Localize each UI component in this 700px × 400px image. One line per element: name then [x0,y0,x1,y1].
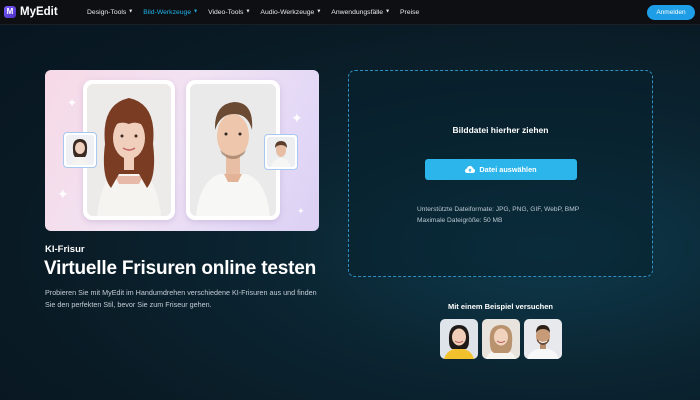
supported-formats: Unterstützte Dateiformate: JPG, PNG, GIF… [417,206,580,213]
top-navbar: M MyEdit Design-Tools ▼ Bild-Werkzeuge ▼ V… [0,0,700,25]
page-description: Probieren Sie mit MyEdit im Handumdrehen… [45,288,317,309]
man-thumbnail [264,134,298,170]
woman-portrait [87,84,171,216]
woman-thumbnail-image [66,135,94,165]
feature-eyebrow: KI-Frisur [45,244,85,255]
sparkle-icon: ✦ [297,206,305,216]
chevron-down-icon: ▼ [128,8,134,15]
menu-item-label: Audio-Werkzeuge [260,8,315,16]
menu-item-design-tools[interactable]: Design-Tools ▼ [82,0,138,25]
menu-item-bild-werkzeuge[interactable]: Bild-Werkzeuge ▼ [138,0,203,25]
select-file-label: Datei auswählen [479,165,537,174]
sparkle-icon: ✦ [67,96,78,110]
man-thumbnail-image [267,137,295,167]
menu-item-label: Bild-Werkzeuge [143,8,192,16]
max-file-size: Maximale Dateigröße: 50 MB [417,217,503,224]
select-file-button[interactable]: Datei auswählen [425,159,577,180]
menu-item-video-tools[interactable]: Video-Tools ▼ [203,0,255,25]
brand[interactable]: M MyEdit [4,6,82,18]
chevron-down-icon: ▼ [385,8,391,15]
chevron-down-icon: ▼ [245,8,251,15]
page-title: Virtuelle Frisuren online testen [44,258,316,279]
chevron-down-icon: ▼ [193,8,199,15]
menu-item-anwendungsfaelle[interactable]: Anwendungsfälle ▼ [326,0,395,25]
upload-info: Unterstützte Dateiformate: JPG, PNG, GIF… [417,204,579,226]
example-images [440,319,562,359]
example-woman-yellow[interactable] [440,319,478,359]
myedit-logo-icon: M [4,6,16,18]
example-woman-white[interactable] [482,319,520,359]
menu-item-label: Preise [400,8,420,16]
menu-item-label: Design-Tools [87,8,127,16]
menu-item-label: Video-Tools [208,8,244,16]
hero-illustration: ✦ ✦ ✦ ✦ [45,70,319,231]
cloud-upload-icon [465,165,476,173]
chevron-down-icon: ▼ [316,8,322,15]
brand-name: MyEdit [20,6,58,18]
upload-dropzone[interactable]: Bilddatei hierher ziehen Datei auswählen… [348,70,653,277]
menu-item-audio-werkzeuge[interactable]: Audio-Werkzeuge ▼ [255,0,326,25]
menu-item-preise[interactable]: Preise [395,0,424,25]
login-button[interactable]: Anmelden [647,5,695,20]
sparkle-icon: ✦ [291,110,303,126]
dropzone-title: Bilddatei hierher ziehen [452,125,549,135]
woman-thumbnail [63,132,97,168]
example-man-white[interactable] [524,319,562,359]
menu-item-label: Anwendungsfälle [331,8,384,16]
examples-title: Mit einem Beispiel versuchen [447,302,554,311]
main-menu: Design-Tools ▼ Bild-Werkzeuge ▼ Video-Tool… [82,0,424,25]
sparkle-icon: ✦ [57,186,69,202]
